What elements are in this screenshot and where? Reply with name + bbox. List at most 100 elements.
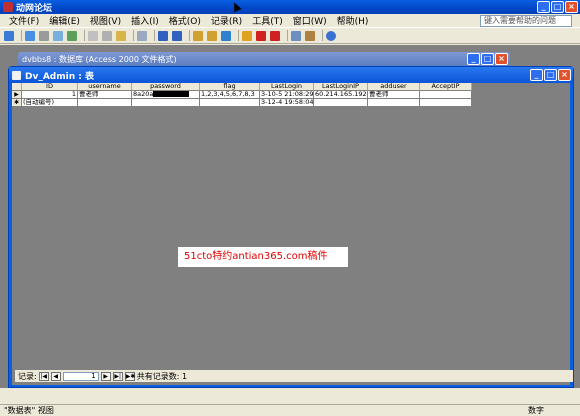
db-close-button[interactable]: × — [495, 53, 508, 65]
column-header-flag[interactable]: flag — [200, 83, 260, 91]
apply-filter-icon[interactable] — [221, 30, 231, 41]
toolbar-separator — [189, 30, 190, 41]
toolbar — [0, 28, 580, 44]
datasheet-area: ID username password flag LastLogin Last… — [12, 83, 573, 385]
password-redaction — [153, 91, 190, 97]
close-button[interactable]: × — [565, 1, 578, 13]
db-maximize-button[interactable]: □ — [481, 53, 494, 65]
menu-help[interactable]: 帮助(H) — [332, 14, 374, 27]
current-record-input[interactable]: 1 — [62, 371, 99, 381]
paste-icon[interactable] — [116, 30, 126, 41]
menu-records[interactable]: 记录(R) — [206, 14, 247, 27]
cell-flag[interactable] — [200, 99, 260, 107]
table-minimize-button[interactable]: _ — [530, 69, 543, 81]
help-icon[interactable] — [326, 30, 336, 41]
datasheet-grid: ID username password flag LastLogin Last… — [12, 83, 472, 107]
cell-id[interactable]: (自动编号) — [22, 99, 78, 107]
menu-bar: 文件(F) 编辑(E) 视图(V) 插入(I) 格式(O) 记录(R) 工具(T… — [0, 14, 580, 28]
sort-descending-icon[interactable] — [172, 30, 182, 41]
table-row-new[interactable]: ✱ (自动编号) 3-12-4 19:58:04 — [12, 99, 472, 107]
table-window-title: Dv_Admin : 表 — [25, 71, 94, 82]
status-bar: "数据表" 视图 数字 — [0, 404, 580, 416]
filter-by-form-icon[interactable] — [207, 30, 217, 41]
table-close-button[interactable]: × — [558, 69, 571, 81]
menu-format[interactable]: 格式(O) — [164, 14, 206, 27]
db-minimize-button[interactable]: _ — [467, 53, 480, 65]
menu-file[interactable]: 文件(F) — [4, 14, 44, 27]
password-visible-text: 8a20a — [133, 91, 154, 98]
app-title-bar: 动网论坛 _ □ × — [0, 0, 580, 14]
first-record-button[interactable]: |◀ — [38, 371, 49, 381]
previous-record-button[interactable]: ◀ — [50, 371, 61, 381]
column-header-row: ID username password flag LastLogin Last… — [12, 83, 472, 91]
column-header-password[interactable]: password — [132, 83, 200, 91]
toolbar-separator — [21, 30, 22, 41]
record-count: 共有记录数: 1 — [136, 371, 188, 381]
access-app-icon — [3, 2, 13, 12]
new-object-icon[interactable] — [305, 30, 315, 41]
filter-by-selection-icon[interactable] — [193, 30, 203, 41]
table-maximize-button[interactable]: □ — [544, 69, 557, 81]
find-icon[interactable] — [242, 30, 252, 41]
menu-window[interactable]: 窗口(W) — [288, 14, 332, 27]
database-window-title: dvbbs8 : 数据库 (Access 2000 文件格式) — [22, 54, 177, 64]
sort-ascending-icon[interactable] — [158, 30, 168, 41]
menu-edit[interactable]: 编辑(E) — [44, 14, 85, 27]
maximize-button[interactable]: □ — [551, 1, 564, 13]
menu-tools[interactable]: 工具(T) — [247, 14, 288, 27]
next-record-button[interactable]: ▶ — [100, 371, 111, 381]
cell-lastloginip[interactable]: 60.214.165.192 — [314, 91, 368, 99]
database-window-icon[interactable] — [291, 30, 301, 41]
column-header-acceptip[interactable]: AcceptIP — [420, 83, 472, 91]
help-search-input[interactable]: 键入需要帮助的问题 — [480, 15, 572, 27]
view-icon[interactable] — [4, 30, 14, 41]
table-window: Dv_Admin : 表 _ □ × ID username password … — [8, 66, 574, 388]
menu-insert[interactable]: 插入(I) — [126, 14, 164, 27]
column-header-adduser[interactable]: adduser — [368, 83, 420, 91]
toolbar-separator — [287, 30, 288, 41]
print-icon[interactable] — [39, 30, 49, 41]
delete-record-icon[interactable] — [270, 30, 280, 41]
undo-icon[interactable] — [137, 30, 147, 41]
copy-icon[interactable] — [102, 30, 112, 41]
column-header-lastloginip[interactable]: LastLoginIP — [314, 83, 368, 91]
cell-username[interactable] — [78, 99, 132, 107]
toolbar-separator — [322, 30, 323, 41]
cut-icon[interactable] — [88, 30, 98, 41]
cell-adduser[interactable] — [368, 99, 420, 107]
cell-lastlogin[interactable]: 3-12-4 19:58:04 — [260, 99, 314, 107]
cell-flag[interactable]: 1,2,3,4,5,6,7,8,3 — [200, 91, 260, 99]
cell-password[interactable]: 8a20a — [132, 91, 200, 99]
select-all-corner[interactable] — [12, 83, 22, 91]
table-row[interactable]: ▶ 1 曹老师 8a20a 1,2,3,4,5,6,7,8,3 3-10-5 2… — [12, 91, 472, 99]
toolbar-separator — [133, 30, 134, 41]
status-view-mode: "数据表" 视图 — [4, 406, 54, 415]
watermark-text: 51cto特约antian365.com稿件 — [178, 247, 348, 267]
toolbar-separator — [84, 30, 85, 41]
cell-adduser[interactable]: 曹老师 — [368, 91, 420, 99]
column-header-id[interactable]: ID — [22, 83, 78, 91]
record-navigator: 记录: |◀ ◀ 1 ▶ ▶| ▶✱ 共有记录数: 1 — [15, 370, 573, 382]
preview-icon[interactable] — [53, 30, 63, 41]
toolbar-separator — [238, 30, 239, 41]
record-label: 记录: — [18, 371, 37, 381]
column-header-username[interactable]: username — [78, 83, 132, 91]
column-header-lastlogin[interactable]: LastLogin — [260, 83, 314, 91]
cell-password[interactable] — [132, 99, 200, 107]
cell-lastlogin[interactable]: 3-10-5 21:08:29 — [260, 91, 314, 99]
cell-acceptip[interactable] — [420, 91, 472, 99]
cell-lastloginip[interactable] — [314, 99, 368, 107]
save-icon[interactable] — [25, 30, 35, 41]
cell-acceptip[interactable] — [420, 99, 472, 107]
new-record-icon[interactable] — [256, 30, 266, 41]
spelling-icon[interactable] — [67, 30, 77, 41]
row-selector-current[interactable]: ▶ — [12, 91, 22, 99]
row-selector-new[interactable]: ✱ — [12, 99, 22, 107]
new-record-button[interactable]: ▶✱ — [124, 371, 135, 381]
last-record-button[interactable]: ▶| — [112, 371, 123, 381]
minimize-button[interactable]: _ — [537, 1, 550, 13]
status-numlock: 数字 — [528, 406, 544, 415]
menu-view[interactable]: 视图(V) — [85, 14, 126, 27]
cell-username[interactable]: 曹老师 — [78, 91, 132, 99]
cell-id[interactable]: 1 — [22, 91, 78, 99]
